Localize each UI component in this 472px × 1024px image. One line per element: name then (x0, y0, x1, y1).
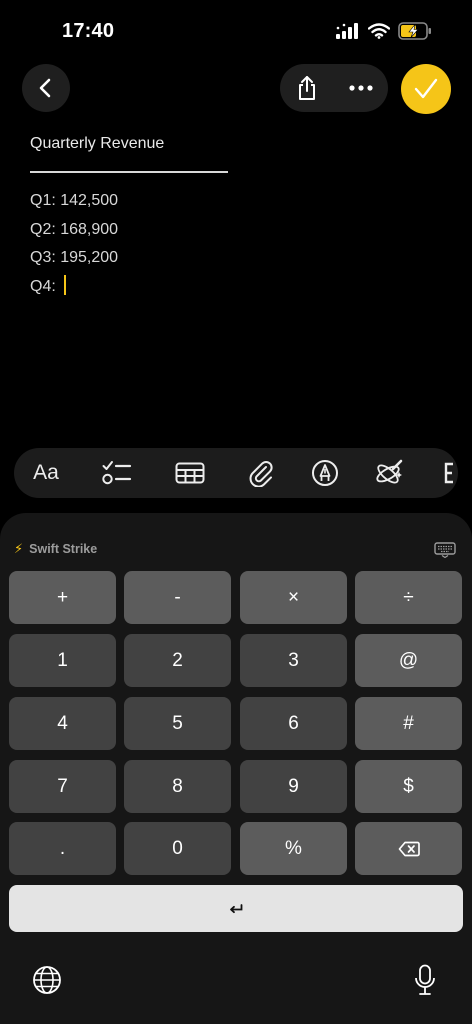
key-plus[interactable]: + (9, 571, 116, 624)
attachment-button[interactable] (244, 448, 278, 498)
writing-tools-icon (376, 459, 403, 484)
dictation-button[interactable] (408, 963, 442, 997)
delete-key[interactable] (355, 822, 462, 875)
done-button[interactable] (401, 64, 451, 114)
keyboard-name: Swift Strike (29, 542, 98, 556)
globe-button[interactable] (30, 963, 64, 997)
key-7[interactable]: 7 (9, 760, 116, 813)
formatting-toolbar: Aa (14, 448, 458, 498)
share-icon (299, 76, 315, 100)
text-style-label: Aa (33, 461, 59, 484)
key-2[interactable]: 2 (124, 634, 231, 687)
key-4[interactable]: 4 (9, 697, 116, 750)
note-line[interactable]: Q3: 195,200 (30, 244, 450, 273)
key-percent[interactable]: % (240, 822, 347, 875)
battery-charging-icon (398, 22, 431, 40)
status-bar: 17:40 (0, 0, 472, 64)
key-divide[interactable]: ÷ (355, 571, 462, 624)
note-line-active[interactable]: Q4: (30, 273, 450, 302)
more-format-button[interactable] (440, 448, 458, 498)
key-decimal[interactable]: . (9, 822, 116, 875)
return-icon (230, 903, 243, 913)
checklist-icon (102, 461, 132, 485)
key-8[interactable]: 8 (124, 760, 231, 813)
key-at[interactable]: @ (355, 634, 462, 687)
ellipsis-icon (349, 85, 373, 91)
back-button[interactable] (22, 64, 70, 112)
key-9[interactable]: 9 (240, 760, 347, 813)
writing-tools-button[interactable] (372, 448, 406, 498)
status-icons (336, 22, 432, 40)
key-multiply[interactable]: × (240, 571, 347, 624)
microphone-icon (415, 964, 435, 995)
key-3[interactable]: 3 (240, 634, 347, 687)
key-5[interactable]: 5 (124, 697, 231, 750)
note-line[interactable]: Q1: 142,500 (30, 187, 450, 216)
status-time: 17:40 (62, 20, 115, 42)
key-dollar[interactable]: $ (355, 760, 462, 813)
lightning-icon: ⚡ (14, 541, 24, 556)
keyboard-header: ⚡ Swift Strike (14, 541, 97, 557)
note-editor[interactable]: Quarterly Revenue Q1: 142,500 Q2: 168,90… (30, 130, 450, 301)
text-style-button[interactable]: Aa (28, 448, 64, 498)
note-actions-pill (280, 64, 388, 112)
chevron-left-icon (39, 78, 51, 98)
key-0[interactable]: 0 (124, 822, 231, 875)
numeric-keyboard: ⚡ Swift Strike + - × ÷ 1 2 3 @ 4 5 6 # 7… (0, 513, 472, 1024)
backspace-icon (398, 841, 420, 856)
pen-tip-circle-icon (312, 460, 338, 486)
checkmark-icon (414, 78, 438, 99)
globe-icon (33, 966, 61, 994)
key-1[interactable]: 1 (9, 634, 116, 687)
note-line-text: Q4: (30, 277, 61, 295)
wifi-icon (368, 23, 390, 39)
paperclip-icon (249, 461, 273, 487)
return-key[interactable] (9, 885, 463, 932)
markup-button[interactable] (308, 448, 342, 498)
table-icon (175, 462, 205, 484)
title-divider (30, 171, 228, 173)
keyboard-icon[interactable] (434, 542, 456, 558)
share-button[interactable] (280, 64, 334, 112)
key-hash[interactable]: # (355, 697, 462, 750)
key-6[interactable]: 6 (240, 697, 347, 750)
note-line[interactable]: Q2: 168,900 (30, 216, 450, 245)
text-cursor (64, 274, 67, 295)
cellular-signal-icon (336, 23, 358, 39)
note-title[interactable]: Quarterly Revenue (30, 130, 450, 158)
key-minus[interactable]: - (124, 571, 231, 624)
more-button[interactable] (334, 64, 388, 112)
checklist-button[interactable] (100, 448, 134, 498)
table-button[interactable] (172, 448, 208, 498)
format-overflow-icon (444, 462, 453, 484)
